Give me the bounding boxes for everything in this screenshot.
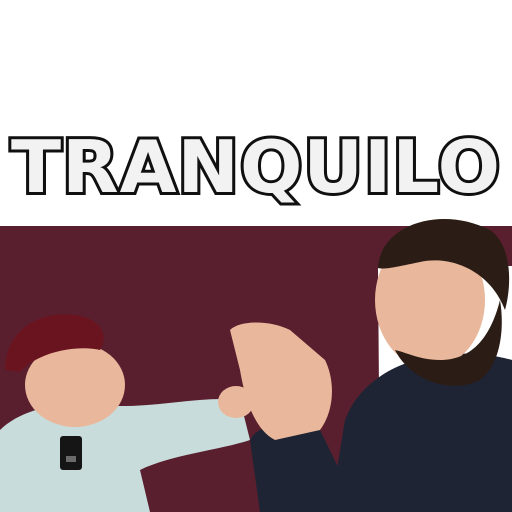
caption-text: TRANQUILO [11, 125, 501, 209]
microphone-light [66, 456, 76, 462]
caption-banner: TRANQUILO [8, 122, 503, 212]
sticker-scene [0, 219, 512, 512]
microphone-clip [60, 436, 82, 470]
child-fist [218, 386, 254, 418]
